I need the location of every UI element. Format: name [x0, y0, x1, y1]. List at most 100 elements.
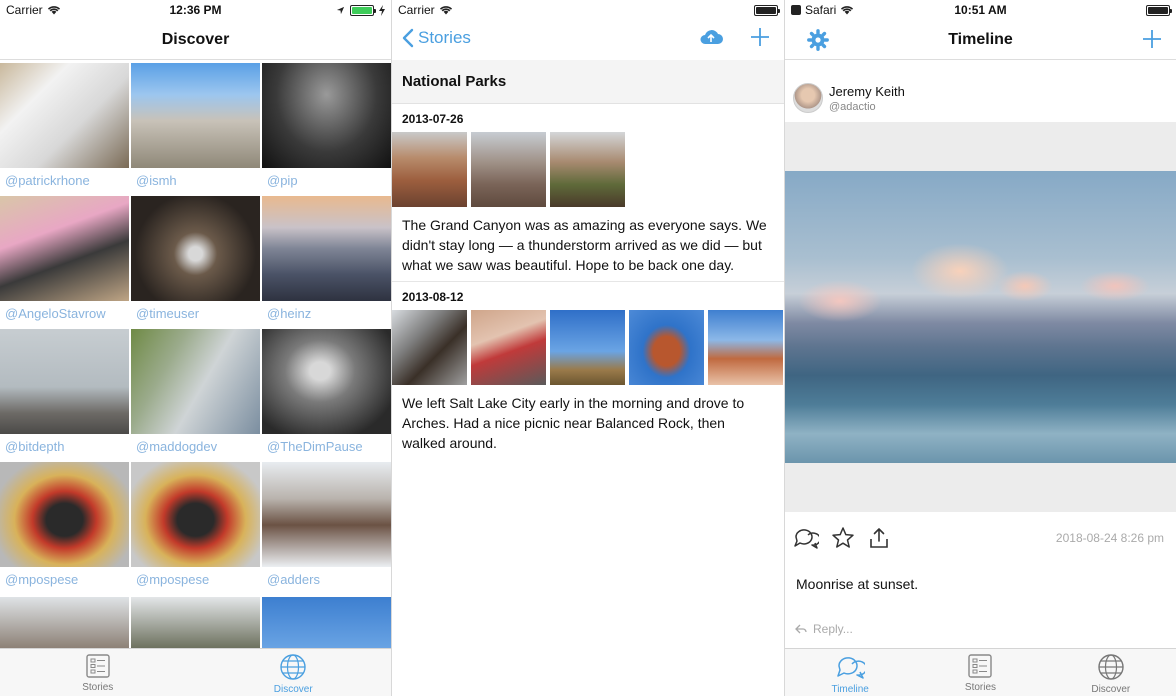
post-timestamp: 2018-08-24 8:26 pm	[1055, 531, 1164, 545]
grid-cell[interactable]: @maddogdev	[131, 329, 260, 462]
photo-thumbnail[interactable]	[0, 462, 129, 567]
reply-arrow-icon	[795, 624, 807, 634]
grid-cell[interactable]: @pip	[262, 63, 391, 196]
photo-thumbnail[interactable]	[262, 597, 391, 649]
add-icon[interactable]	[1142, 29, 1162, 49]
grid-cell[interactable]: @timeuser	[131, 196, 260, 329]
tab-timeline[interactable]: Timeline	[785, 649, 915, 696]
grid-username[interactable]: @maddogdev	[131, 434, 260, 462]
photo-thumbnail[interactable]	[392, 132, 467, 207]
clock: 12:36 PM	[169, 3, 222, 17]
story-title: National Parks	[392, 60, 784, 104]
reply-placeholder: Reply...	[813, 622, 853, 636]
tab-discover[interactable]: Discover	[1046, 649, 1176, 696]
photo-thumbnail[interactable]	[708, 310, 783, 385]
star-icon[interactable]	[831, 526, 855, 550]
nav-bar: Discover	[0, 20, 391, 60]
story-entry: 2013-07-26 The Grand Canyon was as amazi…	[392, 104, 784, 281]
photo-thumbnail[interactable]	[0, 597, 129, 649]
stories-icon	[86, 654, 110, 678]
grid-cell[interactable]: @patrickrhone	[0, 63, 129, 196]
grid-cell[interactable]: @bitdepth	[0, 329, 129, 462]
grid-username[interactable]: @mpospese	[0, 567, 129, 595]
grid-username[interactable]: @TheDimPause	[262, 434, 391, 462]
discover-grid: @patrickrhone @ismh @pip @AngeloStavrow …	[0, 63, 391, 595]
post-author[interactable]: Jeremy Keith @adactio	[785, 60, 1176, 122]
post-caption: Moonrise at sunset.	[796, 576, 919, 592]
chevron-left-icon	[402, 28, 414, 48]
tab-stories[interactable]: Stories	[915, 649, 1045, 696]
entry-thumbnails	[392, 310, 784, 385]
page-title: Timeline	[948, 30, 1013, 48]
tab-bar: Timeline Stories Discover	[785, 648, 1176, 696]
tab-label: Discover	[1091, 684, 1131, 695]
photo-thumbnail[interactable]	[131, 462, 260, 567]
photo-thumbnail[interactable]	[131, 597, 260, 649]
tab-bar: Stories Discover	[0, 648, 391, 696]
stories-icon	[968, 654, 993, 678]
add-icon[interactable]	[750, 27, 770, 47]
grid-cell[interactable]: @adders	[262, 462, 391, 595]
grid-username[interactable]: @adders	[262, 567, 391, 595]
tab-label: Timeline	[831, 684, 869, 695]
gear-icon[interactable]	[807, 29, 829, 51]
photo-thumbnail[interactable]	[392, 310, 467, 385]
tab-label: Discover	[273, 684, 313, 695]
battery-icon	[754, 4, 780, 16]
photo-thumbnail[interactable]	[471, 132, 546, 207]
grid-cell[interactable]: @ismh	[131, 63, 260, 196]
grid-username[interactable]: @pip	[262, 168, 391, 196]
post-photo[interactable]	[785, 171, 1176, 463]
post-actions: 2018-08-24 8:26 pm	[793, 526, 1164, 550]
globe-icon	[280, 654, 306, 680]
photo-thumbnail[interactable]	[131, 329, 260, 434]
author-name[interactable]: Jeremy Keith	[829, 84, 905, 99]
grid-username[interactable]: @AngeloStavrow	[0, 301, 129, 329]
grid-cell[interactable]: @heinz	[262, 196, 391, 329]
entry-date: 2013-07-26	[402, 112, 464, 126]
grid-cell[interactable]: @TheDimPause	[262, 329, 391, 462]
carrier-label: Carrier	[398, 3, 435, 17]
tab-discover[interactable]: Discover	[196, 649, 392, 696]
battery-icon	[350, 4, 376, 16]
grid-cell[interactable]: @AngeloStavrow	[0, 196, 129, 329]
photo-thumbnail[interactable]	[262, 196, 391, 301]
stories-screen: Carrier Stories National Parks 2013-07-2…	[392, 0, 784, 696]
entry-text: We left Salt Lake City early in the morn…	[402, 395, 745, 451]
photo-thumbnail[interactable]	[471, 310, 546, 385]
share-icon[interactable]	[867, 526, 891, 550]
grid-username[interactable]: @patrickrhone	[0, 168, 129, 196]
grid-cell[interactable]: @mpospese	[0, 462, 129, 595]
photo-thumbnail[interactable]	[131, 63, 260, 168]
tab-stories[interactable]: Stories	[0, 649, 196, 696]
reply-field[interactable]: Reply...	[795, 622, 853, 636]
grid-username[interactable]: @heinz	[262, 301, 391, 329]
author-handle: @adactio	[829, 100, 876, 113]
charging-bolt-icon	[379, 4, 385, 16]
photo-thumbnail[interactable]	[262, 329, 391, 434]
grid-cell[interactable]: @mpospese	[131, 462, 260, 595]
grid-username[interactable]: @ismh	[131, 168, 260, 196]
photo-thumbnail[interactable]	[550, 132, 625, 207]
nav-bar: Stories	[392, 20, 784, 60]
conversation-icon[interactable]	[793, 526, 819, 550]
grid-username[interactable]: @bitdepth	[0, 434, 129, 462]
discover-grid-partial-row	[0, 597, 391, 649]
photo-thumbnail[interactable]	[0, 329, 129, 434]
status-bar: Safari 10:51 AM	[785, 0, 1176, 20]
photo-thumbnail[interactable]	[550, 310, 625, 385]
entry-thumbnails	[392, 132, 784, 207]
photo-thumbnail[interactable]	[131, 196, 260, 301]
cloud-upload-icon[interactable]	[698, 28, 724, 46]
photo-thumbnail[interactable]	[629, 310, 704, 385]
status-bar: Carrier 12:36 PM	[0, 0, 391, 20]
back-button[interactable]: Stories	[402, 28, 471, 48]
grid-username[interactable]: @mpospese	[131, 567, 260, 595]
photo-thumbnail[interactable]	[0, 63, 129, 168]
photo-thumbnail[interactable]	[0, 196, 129, 301]
photo-thumbnail[interactable]	[262, 63, 391, 168]
photo-thumbnail[interactable]	[262, 462, 391, 567]
avatar[interactable]	[793, 83, 823, 113]
grid-username[interactable]: @timeuser	[131, 301, 260, 329]
wifi-icon	[439, 6, 452, 15]
